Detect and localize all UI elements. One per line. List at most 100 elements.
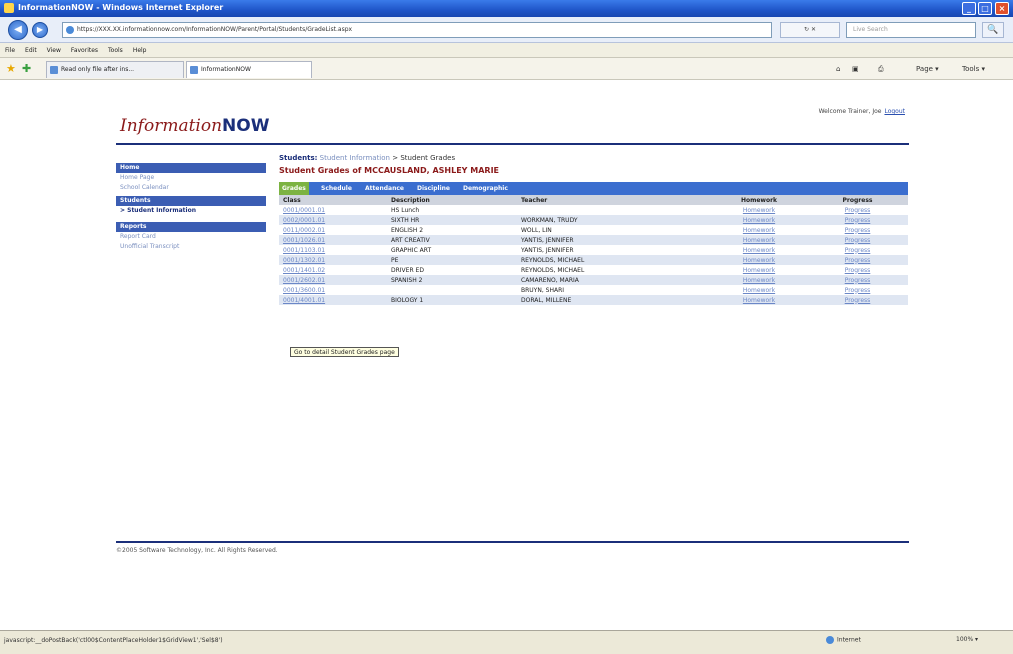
homework-link[interactable]: Homework: [711, 205, 807, 215]
forward-button[interactable]: ▶: [32, 22, 48, 38]
class-link[interactable]: 0001/4001.01: [279, 295, 387, 305]
close-button[interactable]: ×: [995, 2, 1009, 15]
homework-link[interactable]: Homework: [711, 255, 807, 265]
progress-link[interactable]: Progress: [807, 235, 908, 245]
breadcrumb-label: Students:: [279, 154, 318, 162]
homework-link[interactable]: Homework: [711, 235, 807, 245]
nav-link-report-card[interactable]: Report Card: [116, 232, 266, 242]
window-title-bar: InformationNOW - Windows Internet Explor…: [0, 0, 1013, 17]
search-input[interactable]: Live Search: [846, 22, 976, 38]
class-link[interactable]: 0001/1302.01: [279, 255, 387, 265]
nav-link-unofficial-transcript[interactable]: Unofficial Transcript: [116, 242, 266, 252]
menu-view[interactable]: View: [42, 43, 66, 58]
teacher-cell: BRUYN, SHARI: [521, 286, 565, 294]
home-icon[interactable]: ⌂: [836, 62, 840, 76]
class-link[interactable]: 0001/1103.01: [279, 245, 387, 255]
tab-row: ★ ✚ Read only file after ins... Informat…: [0, 58, 1013, 80]
add-favorite-icon[interactable]: ✚: [22, 62, 31, 75]
page-content: Welcome Trainer, Joe Logout InformationNO…: [0, 80, 1013, 630]
progress-link[interactable]: Progress: [807, 285, 908, 295]
header-divider: [116, 143, 909, 145]
print-icon[interactable]: ⎙: [878, 62, 884, 76]
progress-link[interactable]: Progress: [807, 245, 908, 255]
tab-informationnow[interactable]: InformationNOW: [186, 61, 312, 78]
tab-attendance[interactable]: Attendance: [365, 182, 404, 195]
homework-link[interactable]: Homework: [711, 245, 807, 255]
tab-label: InformationNOW: [201, 66, 251, 73]
homework-link[interactable]: Homework: [711, 215, 807, 225]
teacher-cell: [517, 205, 711, 215]
teacher-cell: REYNOLDS, MICHAEL: [521, 266, 585, 274]
welcome-text: Welcome Trainer, Joe Logout: [819, 108, 905, 115]
status-bar: javascript:__doPostBack('ctl00$ContentPl…: [0, 630, 1013, 654]
refresh-stop-buttons[interactable]: ↻ ✕: [780, 22, 840, 38]
class-link[interactable]: 0002/0001.01: [279, 215, 387, 225]
teacher-cell: WOLL, LIN: [521, 226, 552, 234]
nav-link-school-calendar[interactable]: School Calendar: [116, 183, 266, 193]
table-row: 0001/3600.01 BRUYN, SHARI Homework Progress: [279, 285, 908, 295]
homework-link[interactable]: Homework: [711, 225, 807, 235]
class-link[interactable]: 0001/2602.01: [279, 275, 387, 285]
progress-link[interactable]: Progress: [807, 255, 908, 265]
logout-link[interactable]: Logout: [884, 108, 905, 115]
homework-link[interactable]: Homework: [711, 275, 807, 285]
class-link[interactable]: 0001/0001.01: [279, 205, 387, 215]
description-cell: BIOLOGY 1: [387, 295, 517, 305]
minimize-button[interactable]: _: [962, 2, 976, 15]
nav-header-reports: Reports: [116, 222, 266, 232]
footer-divider: [116, 541, 909, 543]
nav-link-home-page[interactable]: Home Page: [116, 173, 266, 183]
teacher-cell: DORAL, MILLENE: [517, 295, 711, 305]
tab-grades[interactable]: Grades: [279, 182, 309, 195]
tab-discipline[interactable]: Discipline: [417, 182, 450, 195]
favorites-star-icon[interactable]: ★: [6, 62, 16, 75]
progress-link[interactable]: Progress: [807, 275, 908, 285]
teacher-cell: WORKMAN, TRUDY: [517, 215, 711, 225]
security-zone: Internet: [826, 636, 861, 644]
left-navigation: Home Home Page School Calendar Students …: [116, 160, 266, 252]
progress-link[interactable]: Progress: [807, 205, 908, 215]
table-row: 0001/0001.01 HS Lunch Homework Progress: [279, 205, 908, 215]
breadcrumb-current: Student Grades: [400, 154, 456, 162]
welcome-label: Welcome Trainer, Joe: [818, 108, 882, 115]
maximize-button[interactable]: □: [978, 2, 992, 15]
tools-menu[interactable]: Tools ▾: [962, 62, 985, 76]
description-cell: GRAPHIC ART: [391, 246, 432, 254]
progress-link[interactable]: Progress: [807, 265, 908, 275]
back-button[interactable]: ◀: [8, 20, 28, 40]
menu-file[interactable]: File: [0, 43, 20, 58]
zoom-level[interactable]: 100% ▾: [956, 636, 978, 643]
class-link[interactable]: 0001/1026.01: [279, 235, 387, 245]
menu-favorites[interactable]: Favorites: [66, 43, 103, 58]
page-menu[interactable]: Page ▾: [916, 62, 939, 76]
teacher-cell: CAMARENO, MARIA: [517, 275, 711, 285]
class-link[interactable]: 0001/3600.01: [279, 285, 387, 295]
search-icon[interactable]: 🔍: [982, 22, 1004, 38]
menu-tools[interactable]: Tools: [103, 43, 128, 58]
progress-link[interactable]: Progress: [807, 225, 908, 235]
column-header-homework: Homework: [711, 195, 807, 205]
menu-edit[interactable]: Edit: [20, 43, 42, 58]
progress-link[interactable]: Progress: [807, 295, 908, 305]
description-cell: SPANISH 2: [387, 275, 517, 285]
breadcrumb-separator: >: [392, 154, 399, 162]
page-title: Student Grades of MCCAUSLAND, ASHLEY MAR…: [279, 166, 500, 175]
class-link[interactable]: 0001/1401.02: [279, 265, 387, 275]
homework-link[interactable]: Homework: [711, 265, 807, 275]
tab-demographic[interactable]: Demographic: [463, 182, 508, 195]
tab-read-only-file[interactable]: Read only file after ins...: [46, 61, 184, 78]
homework-link[interactable]: Homework: [711, 285, 807, 295]
url-field[interactable]: https://XXX.XX.informationnow.com/Inform…: [62, 22, 772, 38]
menu-help[interactable]: Help: [128, 43, 152, 58]
tab-schedule[interactable]: Schedule: [321, 182, 352, 195]
homework-link[interactable]: Homework: [711, 295, 807, 305]
class-link[interactable]: 0011/0002.01: [279, 225, 387, 235]
breadcrumb-link-student-information[interactable]: Student Information: [320, 154, 390, 162]
feeds-icon[interactable]: ▣: [852, 62, 859, 76]
tab-label: Read only file after ins...: [61, 66, 135, 73]
description-cell: HS Lunch: [391, 206, 420, 214]
nav-link-student-information[interactable]: > Student Information: [116, 206, 266, 216]
column-header-description: Description: [387, 195, 517, 205]
table-row: 0001/2602.01 SPANISH 2 CAMARENO, MARIA Home…: [279, 275, 908, 285]
progress-link[interactable]: Progress: [807, 215, 908, 225]
